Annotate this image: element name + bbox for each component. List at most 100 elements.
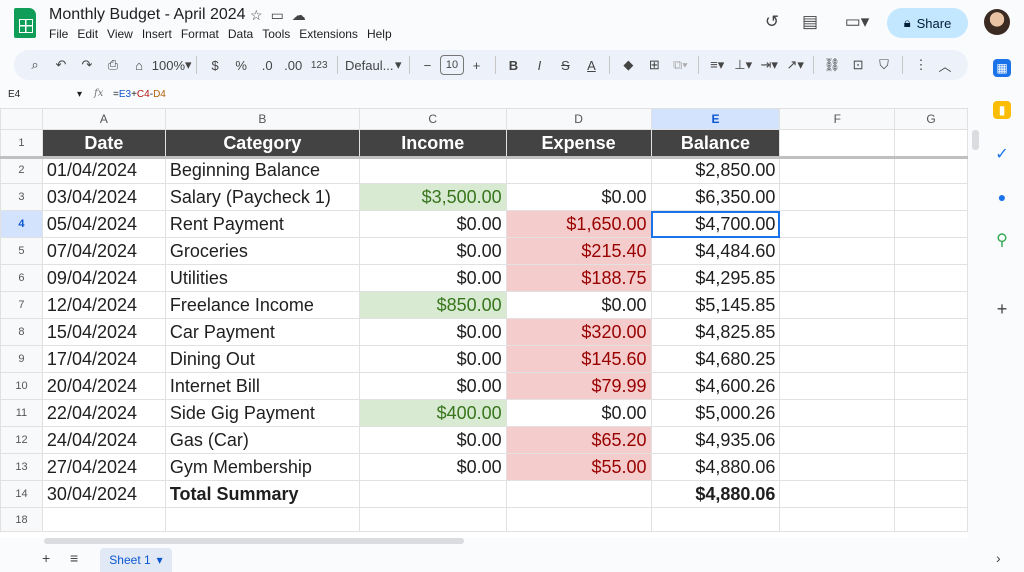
income-cell[interactable]: $0.00 [358, 237, 507, 265]
more-formats-button[interactable]: 123 [308, 53, 330, 77]
balance-cell[interactable]: $4,484.60 [650, 237, 781, 265]
document-title[interactable]: Monthly Budget - April 2024 [49, 6, 246, 24]
header-cell-income[interactable]: Income [358, 129, 507, 157]
insert-link-icon[interactable]: ⛓ [821, 53, 843, 77]
increase-decimal-button[interactable]: .00 [282, 53, 304, 77]
row-header[interactable]: 14 [0, 480, 43, 508]
menu-tools[interactable]: Tools [262, 27, 295, 41]
menu-help[interactable]: Help [367, 27, 397, 41]
category-cell[interactable]: Dining Out [164, 345, 360, 373]
expense-cell[interactable]: $320.00 [505, 318, 652, 346]
expense-cell[interactable]: $0.00 [505, 183, 652, 211]
cell[interactable] [894, 237, 968, 265]
expense-cell[interactable]: $0.00 [505, 291, 652, 319]
italic-icon[interactable]: I [528, 53, 550, 77]
expand-side-panel-icon[interactable]: › [996, 550, 1001, 566]
cell[interactable] [779, 453, 896, 481]
cell[interactable] [779, 399, 896, 427]
maps-icon[interactable]: ⚲ [993, 231, 1011, 249]
menu-insert[interactable]: Insert [142, 27, 177, 41]
decrease-decimal-button[interactable]: .0 [256, 53, 278, 77]
cell[interactable] [894, 372, 968, 400]
cell[interactable] [894, 291, 968, 319]
expense-cell[interactable]: $188.75 [505, 264, 652, 292]
category-cell[interactable]: Salary (Paycheck 1) [164, 183, 360, 211]
cell[interactable] [779, 291, 896, 319]
percent-format-button[interactable]: % [230, 53, 252, 77]
print-icon[interactable]: ⎙ [102, 53, 124, 77]
undo-icon[interactable]: ↶ [50, 53, 72, 77]
date-cell[interactable]: 15/04/2024 [41, 318, 166, 346]
menu-edit[interactable]: Edit [77, 27, 103, 41]
column-header-e[interactable]: E [650, 108, 781, 130]
income-cell[interactable]: $0.00 [358, 345, 507, 373]
expense-cell[interactable] [505, 156, 652, 184]
select-all-corner[interactable] [0, 108, 43, 130]
cell[interactable] [894, 129, 968, 157]
date-cell[interactable]: 22/04/2024 [41, 399, 166, 427]
balance-cell[interactable]: $2,850.00 [650, 156, 781, 184]
collapse-toolbar-icon[interactable]: ︿ [934, 53, 956, 77]
header-cell-expense[interactable]: Expense [505, 129, 652, 157]
cell[interactable] [358, 507, 507, 532]
balance-cell[interactable]: $4,700.00 [650, 210, 781, 238]
category-cell[interactable]: Internet Bill [164, 372, 360, 400]
balance-cell[interactable]: $5,145.85 [650, 291, 781, 319]
balance-cell[interactable]: $4,880.06 [650, 480, 781, 508]
spreadsheet-grid[interactable]: A B C D E F G 1 Date Category Income Exp… [0, 108, 968, 538]
expense-cell[interactable]: $145.60 [505, 345, 652, 373]
horizontal-scrollbar[interactable] [44, 538, 464, 544]
meet-icon[interactable]: ▭▾ [840, 10, 874, 34]
income-cell[interactable]: $0.00 [358, 318, 507, 346]
balance-cell[interactable]: $5,000.26 [650, 399, 781, 427]
income-cell[interactable]: $3,500.00 [358, 183, 507, 211]
menu-data[interactable]: Data [228, 27, 258, 41]
frozen-rows-divider[interactable] [0, 156, 968, 159]
category-cell[interactable]: Freelance Income [164, 291, 360, 319]
cell[interactable] [894, 480, 968, 508]
expense-cell[interactable]: $65.20 [505, 426, 652, 454]
row-header[interactable]: 5 [0, 237, 43, 265]
header-cell-balance[interactable]: Balance [650, 129, 781, 157]
search-menus-icon[interactable]: ⌕ [24, 53, 46, 77]
balance-cell[interactable]: $4,680.25 [650, 345, 781, 373]
cell[interactable] [894, 318, 968, 346]
cloud-saved-icon[interactable]: ☁ [292, 7, 306, 24]
cell[interactable] [894, 210, 968, 238]
expense-cell[interactable]: $1,650.00 [505, 210, 652, 238]
category-cell[interactable]: Utilities [164, 264, 360, 292]
row-header[interactable]: 2 [0, 156, 43, 184]
category-cell[interactable]: Gym Membership [164, 453, 360, 481]
cell[interactable] [41, 507, 166, 532]
cell[interactable] [894, 345, 968, 373]
menu-format[interactable]: Format [181, 27, 224, 41]
expense-cell[interactable]: $55.00 [505, 453, 652, 481]
category-cell[interactable]: Gas (Car) [164, 426, 360, 454]
cell[interactable] [894, 507, 968, 532]
date-cell[interactable]: 27/04/2024 [41, 453, 166, 481]
date-cell[interactable]: 12/04/2024 [41, 291, 166, 319]
income-cell[interactable] [358, 480, 507, 508]
borders-icon[interactable]: ⊞ [643, 53, 665, 77]
balance-cell[interactable]: $4,295.85 [650, 264, 781, 292]
avatar[interactable] [984, 9, 1010, 35]
menu-extensions[interactable]: Extensions [299, 27, 363, 41]
cell[interactable] [779, 372, 896, 400]
income-cell[interactable]: $850.00 [358, 291, 507, 319]
category-cell[interactable]: Beginning Balance [164, 156, 360, 184]
paint-format-icon[interactable]: ⌂ [128, 53, 150, 77]
category-cell[interactable]: Groceries [164, 237, 360, 265]
income-cell[interactable] [358, 156, 507, 184]
expense-cell[interactable]: $0.00 [505, 399, 652, 427]
cell[interactable] [894, 426, 968, 454]
formula-input[interactable]: =E3+C4-D4 [113, 89, 166, 100]
income-cell[interactable]: $0.00 [358, 372, 507, 400]
expense-cell[interactable] [505, 480, 652, 508]
strikethrough-icon[interactable]: S [554, 53, 576, 77]
category-cell[interactable]: Car Payment [164, 318, 360, 346]
sheets-logo-icon[interactable] [14, 8, 36, 38]
cell[interactable] [779, 183, 896, 211]
column-header-f[interactable]: F [779, 108, 896, 130]
row-header[interactable]: 3 [0, 183, 43, 211]
cell[interactable] [779, 318, 896, 346]
